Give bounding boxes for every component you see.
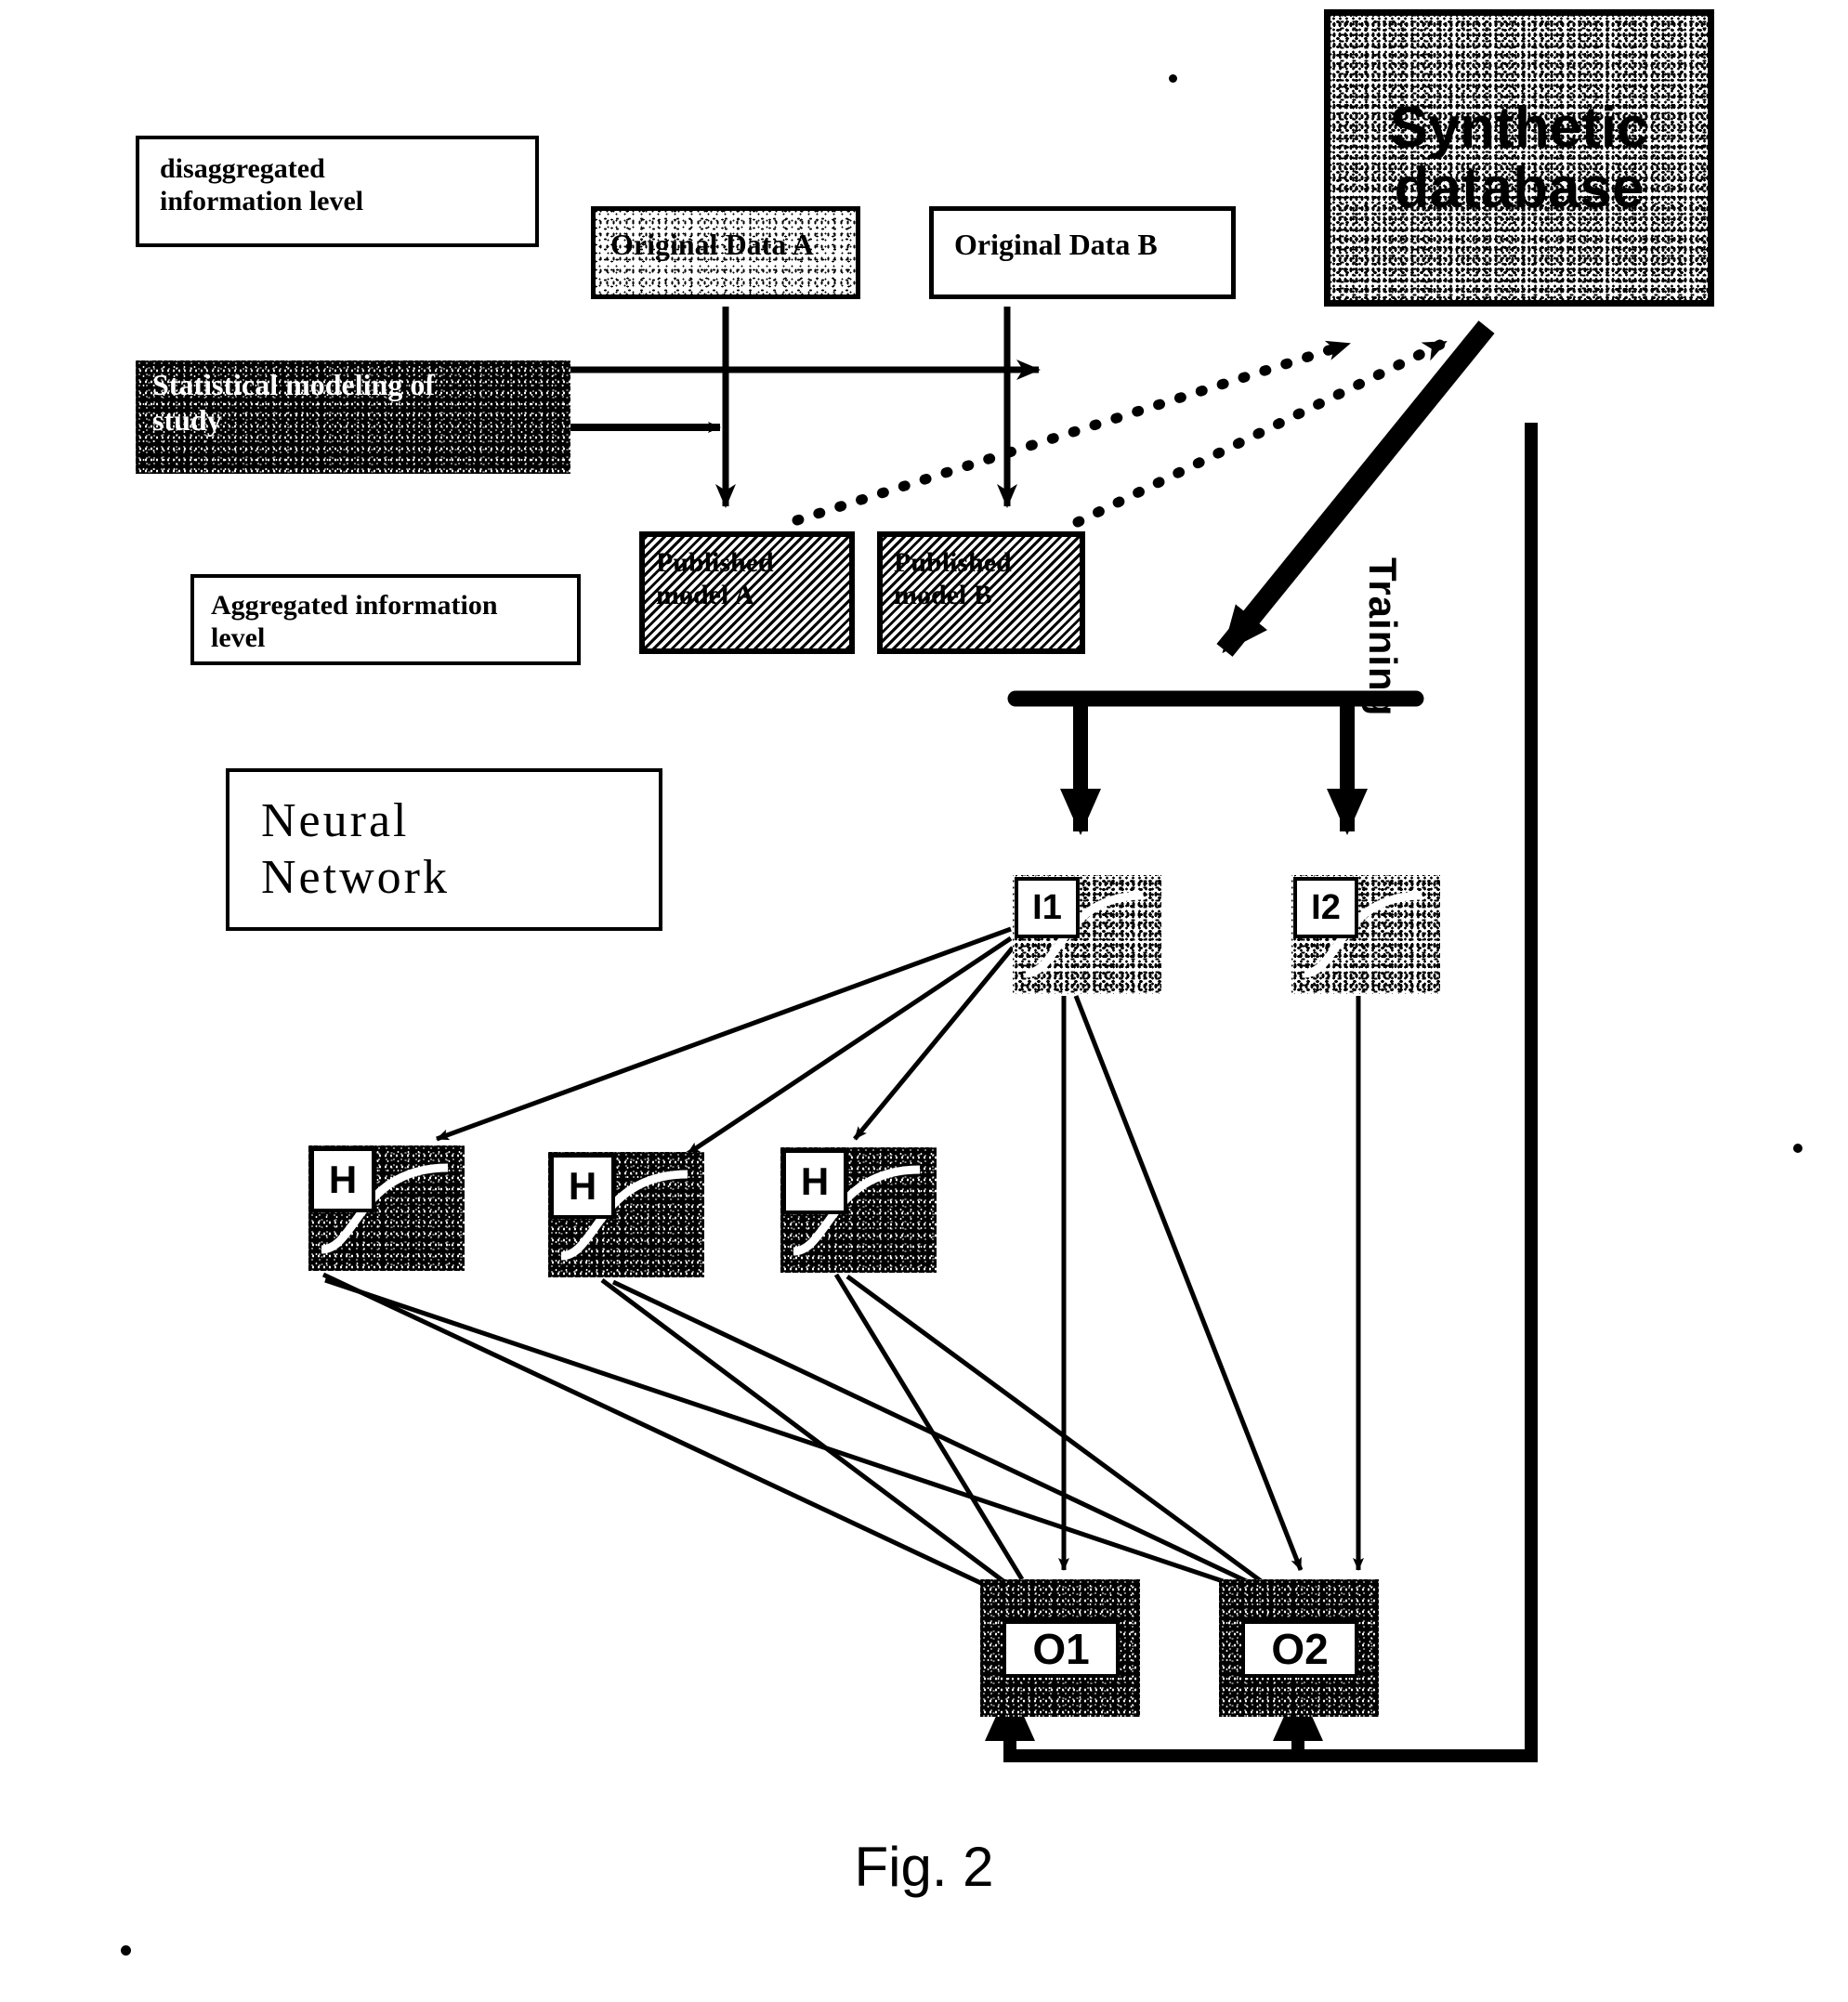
scan-speck-right: [1793, 1144, 1802, 1153]
input-node-i1-tag: I1: [1015, 877, 1080, 938]
hidden-node-h1-tag: H: [310, 1147, 375, 1212]
hidden-node-h2-label: H: [568, 1164, 597, 1208]
input-node-i2-label: I2: [1311, 887, 1341, 927]
scan-speck-bottom: [121, 1945, 131, 1956]
output-node-o2: O2: [1219, 1579, 1379, 1717]
synapse-i1-to-hidden: [436, 926, 1015, 1157]
output-node-o1: O1: [980, 1579, 1140, 1717]
hidden-node-h3-tag: H: [782, 1149, 847, 1214]
hidden-node-h2-tag: H: [550, 1154, 615, 1219]
input-node-i1: I1: [1013, 875, 1161, 994]
output-node-o1-label: O1: [1032, 1625, 1090, 1673]
output-node-o1-tag: O1: [1003, 1620, 1120, 1678]
hidden-node-h1-label: H: [328, 1158, 358, 1201]
synapse-hidden-to-outputs: [321, 1272, 1265, 1591]
connector-layer: Synthetic database (dotted) --> Syntheti…: [321, 307, 1538, 1762]
synapse-i1-to-outputs: [1058, 995, 1304, 1571]
hidden-node-h3: H: [780, 1147, 937, 1273]
input-node-i2: I2: [1291, 875, 1440, 994]
hidden-node-h3-label: H: [800, 1159, 830, 1203]
training-label-text: Training: [1361, 557, 1405, 717]
training-label: Training: [1360, 557, 1405, 716]
output-node-o2-label: O2: [1271, 1625, 1329, 1673]
figure-caption: Fig. 2: [0, 1835, 1848, 1899]
training-feedback-path: [985, 423, 1538, 1762]
input-node-i2-tag: I2: [1293, 877, 1358, 938]
hidden-node-h2: H: [548, 1152, 704, 1277]
scan-speck-top: [1169, 74, 1177, 83]
figure-canvas: Synthetic database (dotted) --> Syntheti…: [0, 0, 1848, 2002]
figure-caption-text: Fig. 2: [854, 1836, 994, 1898]
input-node-i1-label: I1: [1032, 887, 1062, 927]
hidden-node-h1: H: [308, 1145, 465, 1271]
output-node-o2-tag: O2: [1241, 1620, 1358, 1678]
